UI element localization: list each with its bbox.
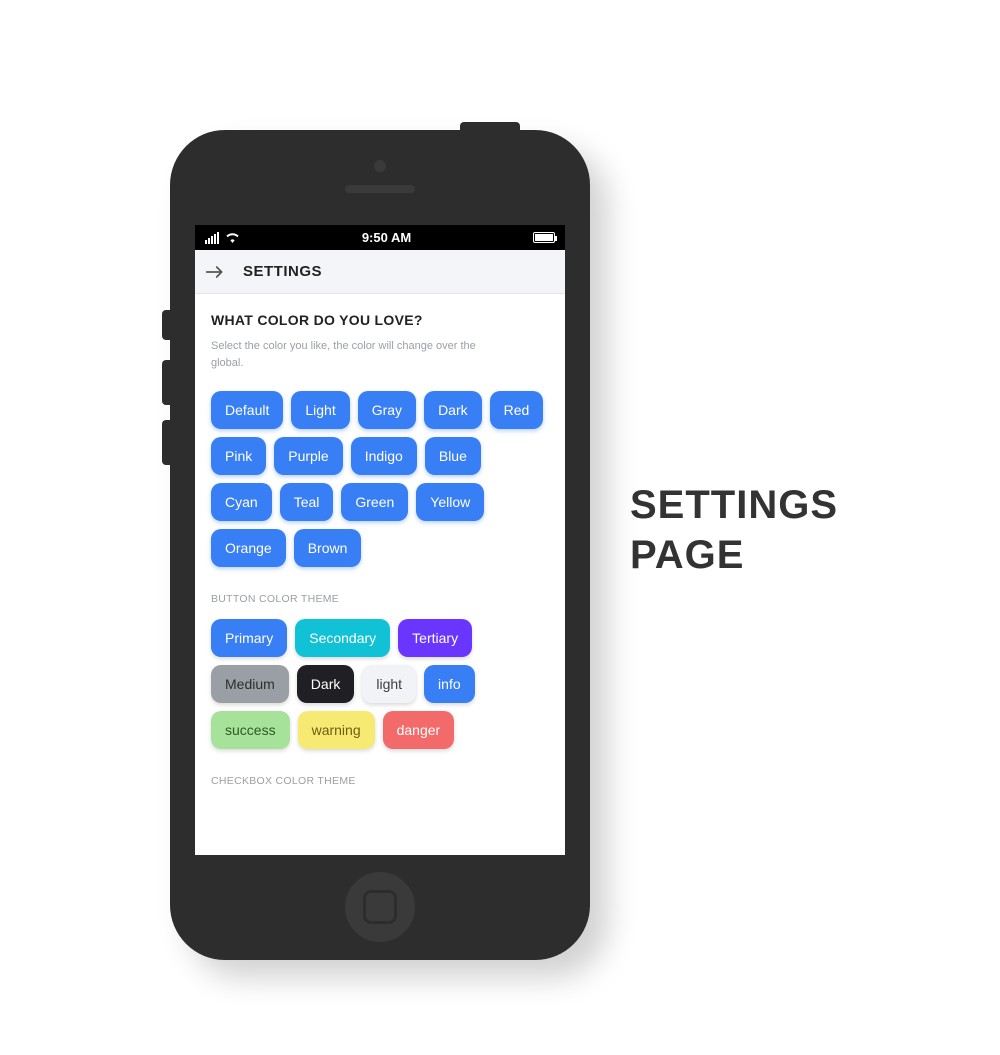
phone-frame: 9:50 AM SETTINGS WHAT COLOR DO YOU LOVE?… [170,130,590,960]
page-header: SETTINGS [195,250,565,294]
color-option-yellow[interactable]: Yellow [416,483,484,521]
header-title: SETTINGS [243,263,322,280]
status-left [205,232,240,244]
color-option-orange[interactable]: Orange [211,529,286,567]
wifi-icon [225,232,240,243]
page-caption: SETTINGS PAGE [630,480,838,580]
theme-option-warning[interactable]: warning [298,711,375,749]
phone-power-button [460,122,520,132]
back-arrow-icon[interactable] [205,265,225,279]
color-option-brown[interactable]: Brown [294,529,362,567]
color-option-default[interactable]: Default [211,391,283,429]
phone-camera [374,160,386,172]
phone-screen: 9:50 AM SETTINGS WHAT COLOR DO YOU LOVE?… [195,225,565,855]
color-option-dark[interactable]: Dark [424,391,482,429]
color-option-teal[interactable]: Teal [280,483,334,521]
color-buttons-group: DefaultLightGrayDarkRedPinkPurpleIndigoB… [211,391,549,567]
theme-option-tertiary[interactable]: Tertiary [398,619,472,657]
color-option-red[interactable]: Red [490,391,544,429]
theme-buttons-group: PrimarySecondaryTertiary MediumDarklighti… [211,619,549,749]
color-option-light[interactable]: Light [291,391,349,429]
theme-option-secondary[interactable]: Secondary [295,619,390,657]
color-question-subtitle: Select the color you like, the color wil… [211,338,511,371]
status-bar: 9:50 AM [195,225,565,250]
color-option-purple[interactable]: Purple [274,437,342,475]
button-theme-label: BUTTON COLOR THEME [211,593,549,605]
phone-volume-down [162,420,172,465]
theme-option-light[interactable]: light [362,665,416,703]
status-right [533,232,555,243]
theme-option-dark[interactable]: Dark [297,665,355,703]
caption-line2: PAGE [630,530,838,580]
phone-mute-switch [162,310,172,340]
color-question-title: WHAT COLOR DO YOU LOVE? [211,312,549,328]
color-option-gray[interactable]: Gray [358,391,416,429]
color-option-green[interactable]: Green [341,483,408,521]
caption-line1: SETTINGS [630,480,838,530]
theme-option-success[interactable]: success [211,711,290,749]
phone-home-button[interactable] [345,872,415,942]
theme-option-danger[interactable]: danger [383,711,455,749]
theme-option-info[interactable]: info [424,665,475,703]
color-option-cyan[interactable]: Cyan [211,483,272,521]
phone-volume-up [162,360,172,405]
theme-option-medium[interactable]: Medium [211,665,289,703]
color-option-indigo[interactable]: Indigo [351,437,417,475]
color-option-blue[interactable]: Blue [425,437,481,475]
color-option-pink[interactable]: Pink [211,437,266,475]
battery-icon [533,232,555,243]
phone-speaker [345,185,415,193]
status-time: 9:50 AM [362,230,411,245]
checkbox-theme-label: CHECKBOX COLOR THEME [211,775,549,787]
signal-icon [205,232,219,244]
content-area: WHAT COLOR DO YOU LOVE? Select the color… [195,294,565,855]
theme-option-primary[interactable]: Primary [211,619,287,657]
